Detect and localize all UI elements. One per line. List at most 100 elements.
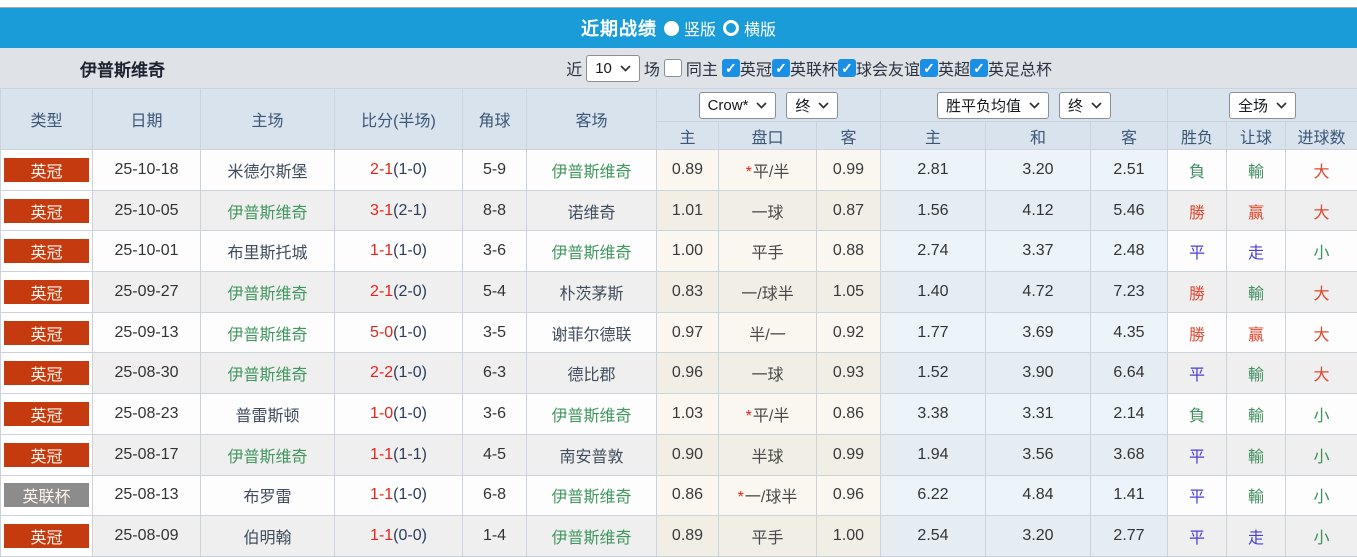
home-team-cell: 伊普斯维奇 <box>201 434 335 475</box>
avg-away-cell: 1.41 <box>1091 475 1168 516</box>
league-label: 球会友谊 <box>856 56 920 80</box>
avg-draw-cell: 4.12 <box>986 190 1091 231</box>
league-checkbox[interactable] <box>920 59 938 77</box>
league-filter: 英联杯 <box>772 56 838 80</box>
home-team-link[interactable]: 伊普斯维奇 <box>227 449 307 466</box>
avg-type-select[interactable]: 胜平负均值 <box>937 92 1049 119</box>
away-team-cell: 伊普斯维奇 <box>527 475 657 516</box>
score-cell: 5-0(1-0) <box>335 312 463 353</box>
result-cell: 平 <box>1168 353 1227 394</box>
radio-unselected-icon[interactable] <box>723 20 739 36</box>
odds-home-cell: 0.97 <box>657 312 719 353</box>
date-cell: 25-08-13 <box>93 475 201 516</box>
odds-home-cell: 0.83 <box>657 272 719 313</box>
home-team-link[interactable]: 伊普斯维奇 <box>227 327 307 344</box>
away-team-link[interactable]: 伊普斯维奇 <box>551 530 631 547</box>
radio-vertical-label[interactable]: 竖版 <box>684 16 716 40</box>
half-score: (1-0) <box>393 364 427 381</box>
header-goals: 进球数 <box>1286 122 1357 150</box>
away-team-link[interactable]: 德比郡 <box>567 367 615 384</box>
league-checkbox[interactable] <box>722 59 740 77</box>
chevron-down-icon <box>1091 102 1102 109</box>
header-handicap-result: 让球 <box>1227 122 1286 150</box>
odds-away-cell: 0.93 <box>817 353 881 394</box>
avg-draw-cell: 3.20 <box>986 516 1091 557</box>
avg-home-cell: 3.38 <box>881 394 986 435</box>
radio-horizontal-label[interactable]: 横版 <box>744 16 776 40</box>
home-team-link[interactable]: 伊普斯维奇 <box>227 205 307 222</box>
handicap-cell: 一/球半 <box>719 272 817 313</box>
avg-away-cell: 5.46 <box>1091 190 1168 231</box>
date-cell: 25-10-05 <box>93 190 201 231</box>
score-cell: 1-1(1-1) <box>335 434 463 475</box>
handicap-result-cell: 輸 <box>1227 475 1286 516</box>
home-team-link[interactable]: 布罗雷 <box>243 489 291 506</box>
result-cell: 平 <box>1168 231 1227 272</box>
home-team-link[interactable]: 伊普斯维奇 <box>227 367 307 384</box>
away-team-link[interactable]: 伊普斯维奇 <box>551 489 631 506</box>
home-team-link[interactable]: 普雷斯顿 <box>235 408 299 425</box>
half-score: (2-1) <box>393 202 427 219</box>
top-strip <box>0 0 1357 8</box>
away-team-link[interactable]: 谢菲尔德联 <box>551 327 631 344</box>
score-cell: 1-0(1-0) <box>335 394 463 435</box>
away-team-link[interactable]: 南安普敦 <box>559 449 623 466</box>
away-team-link[interactable]: 诺维奇 <box>567 205 615 222</box>
away-team-cell: 伊普斯维奇 <box>527 516 657 557</box>
goals-cell: 大 <box>1286 353 1357 394</box>
league-checkbox[interactable] <box>970 59 988 77</box>
home-team-link[interactable]: 布里斯托城 <box>227 245 307 262</box>
odds-home-cell: 1.01 <box>657 190 719 231</box>
date-cell: 25-08-09 <box>93 516 201 557</box>
result-cell: 平 <box>1168 516 1227 557</box>
star-marker: * <box>746 408 752 425</box>
matches-count-select[interactable]: 10 <box>586 55 640 82</box>
same-home-label: 同主 <box>686 56 718 80</box>
odds-company-select[interactable]: Crow* <box>699 92 777 119</box>
odds-time-select[interactable]: 终 <box>786 92 838 119</box>
odds-home-cell: 0.96 <box>657 353 719 394</box>
match-type-badge: 英冠 <box>4 361 89 385</box>
score-cell: 1-1(0-0) <box>335 516 463 557</box>
handicap-cell: 半/一 <box>719 312 817 353</box>
result-cell: 負 <box>1168 394 1227 435</box>
table-row: 英冠25-08-17伊普斯维奇1-1(1-1)4-5南安普敦0.90半球0.99… <box>1 434 1357 475</box>
result-cell: 平 <box>1168 434 1227 475</box>
same-home-checkbox[interactable] <box>664 59 682 77</box>
fullmatch-select[interactable]: 全场 <box>1229 92 1296 119</box>
avg-time-select[interactable]: 终 <box>1059 92 1111 119</box>
odds-home-cell: 0.86 <box>657 475 719 516</box>
half-score: (2-0) <box>393 283 427 300</box>
header-odds-away: 客 <box>817 122 881 150</box>
date-cell: 25-10-01 <box>93 231 201 272</box>
home-team-link[interactable]: 伊普斯维奇 <box>227 286 307 303</box>
handicap-result-cell: 走 <box>1227 231 1286 272</box>
handicap-cell: 半球 <box>719 434 817 475</box>
result-cell: 勝 <box>1168 312 1227 353</box>
match-type-cell: 英冠 <box>1 434 93 475</box>
score-cell: 2-1(1-0) <box>335 150 463 191</box>
away-team-link[interactable]: 伊普斯维奇 <box>551 245 631 262</box>
header-away: 客场 <box>527 89 657 150</box>
result-cell: 勝 <box>1168 272 1227 313</box>
table-row: 英冠25-08-30伊普斯维奇2-2(1-0)6-3德比郡0.96一球0.931… <box>1 353 1357 394</box>
league-checkbox[interactable] <box>772 59 790 77</box>
away-team-cell: 伊普斯维奇 <box>527 394 657 435</box>
league-checkbox[interactable] <box>838 59 856 77</box>
full-score: 1-1 <box>370 446 393 463</box>
avg-away-cell: 6.64 <box>1091 353 1168 394</box>
layout-radio-horizontal[interactable]: 横版 <box>723 16 776 40</box>
away-team-cell: 德比郡 <box>527 353 657 394</box>
away-team-link[interactable]: 朴茨茅斯 <box>559 286 623 303</box>
home-team-link[interactable]: 伯明翰 <box>243 530 291 547</box>
away-team-link[interactable]: 伊普斯维奇 <box>551 164 631 181</box>
match-type-badge: 英冠 <box>4 443 89 467</box>
away-team-link[interactable]: 伊普斯维奇 <box>551 408 631 425</box>
radio-selected-icon[interactable] <box>664 21 679 36</box>
home-team-link[interactable]: 米德尔斯堡 <box>227 164 307 181</box>
away-team-cell: 伊普斯维奇 <box>527 150 657 191</box>
avg-away-cell: 7.23 <box>1091 272 1168 313</box>
result-cell: 負 <box>1168 150 1227 191</box>
odds-away-cell: 0.87 <box>817 190 881 231</box>
layout-radio-vertical[interactable]: 竖版 <box>664 16 716 40</box>
